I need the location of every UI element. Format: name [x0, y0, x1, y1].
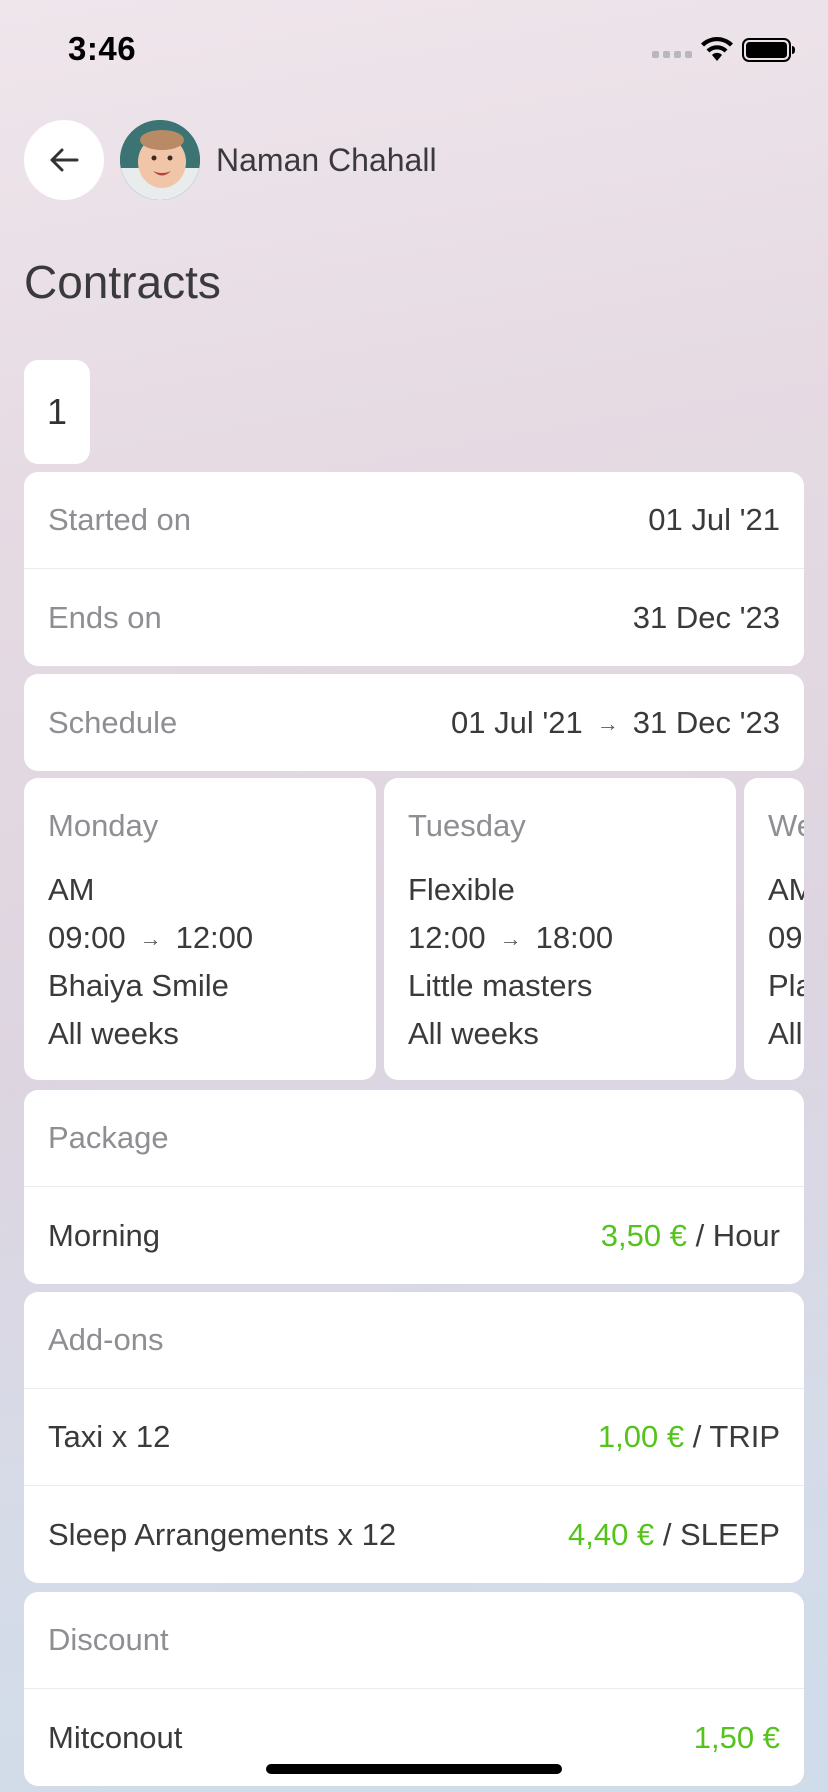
ends-on-label: Ends on [48, 599, 162, 635]
page-title: Contracts [24, 256, 221, 308]
started-on-row: Started on 01 Jul '21 [24, 472, 804, 569]
day-name: Monday [48, 808, 159, 843]
addon-price: 1,00 € [597, 1419, 685, 1454]
schedule-label: Schedule [48, 704, 178, 740]
package-card: Package Morning 3,50 € / Hour [24, 1090, 804, 1284]
day-slot: AM [48, 872, 95, 907]
discount-label: Discount [48, 1622, 169, 1657]
started-on-label: Started on [48, 502, 192, 537]
package-row: Morning 3,50 € / Hour [24, 1187, 804, 1284]
addon-unit: / TRIP [692, 1419, 780, 1454]
addons-header-row: Add-ons [24, 1292, 804, 1389]
ends-on-value: 31 Dec '23 [632, 599, 780, 635]
day-slot: Flexible [408, 872, 515, 907]
day-name: We [768, 808, 804, 843]
arrow-right-icon: → [596, 710, 619, 736]
addon-name: Sleep Arrangements x 12 [48, 1516, 397, 1552]
addon-unit: / SLEEP [662, 1516, 780, 1552]
addon-name: Taxi x 12 [48, 1419, 171, 1454]
addons-label: Add-ons [48, 1322, 164, 1357]
arrow-right-icon: → [499, 926, 522, 951]
day-time: 12:00 → 18:00 [408, 920, 614, 955]
contract-dates-card: Started on 01 Jul '21 Ends on 31 Dec '23 [24, 472, 804, 666]
package-header-row: Package [24, 1090, 804, 1187]
user-name: Naman Chahall [216, 142, 437, 178]
battery-icon [742, 38, 795, 62]
addon-price: 4,40 € [567, 1516, 655, 1552]
status-bar: 3:46 [0, 0, 828, 100]
day-place: Bhaiya Smile [48, 968, 229, 1003]
schedule-to: 31 Dec '23 [632, 704, 780, 740]
contract-tab-1[interactable]: 1 [24, 360, 90, 464]
addons-card: Add-ons Taxi x 12 1,00 € / TRIP Sleep Ar… [24, 1292, 804, 1583]
started-on-value: 01 Jul '21 [648, 502, 780, 537]
discount-card: Discount Mitconout 1,50 € [24, 1592, 804, 1786]
day-place: Pla [768, 968, 804, 1003]
day-card-tuesday[interactable]: Tuesday Flexible 12:00 → 18:00 Little mast… [384, 778, 736, 1080]
schedule-card: Schedule 01 Jul '21 → 31 Dec '23 [24, 674, 804, 771]
back-button[interactable] [24, 120, 104, 200]
schedule-row: Schedule 01 Jul '21 → 31 Dec '23 [24, 674, 804, 771]
day-time: 09 [768, 920, 803, 955]
day-weeks: All weeks [48, 1016, 179, 1051]
day-card-monday[interactable]: Monday AM 09:00 → 12:00 Bhaiya Smile All w… [24, 778, 376, 1080]
avatar [120, 120, 200, 200]
discount-header-row: Discount [24, 1592, 804, 1689]
discount-name: Mitconout [48, 1719, 183, 1755]
cellular-signal-icon [652, 51, 692, 58]
status-time: 3:46 [68, 30, 137, 67]
schedule-days-carousel[interactable]: Monday AM 09:00 → 12:00 Bhaiya Smile All w… [24, 778, 828, 1080]
arrow-left-icon [50, 148, 79, 172]
day-place: Little masters [408, 968, 593, 1003]
package-price-group: 3,50 € / Hour [601, 1218, 780, 1254]
day-weeks: All weeks [408, 1016, 539, 1051]
baby-photo-icon [120, 120, 200, 200]
home-indicator[interactable] [266, 1764, 562, 1774]
addon-price-group: 1,00 € / TRIP [598, 1419, 780, 1455]
discount-price: 1,50 € [693, 1719, 780, 1755]
package-price: 3,50 € [600, 1217, 687, 1253]
addon-row: Sleep Arrangements x 12 4,40 € / SLEEP [24, 1486, 804, 1583]
package-name: Morning [48, 1217, 160, 1253]
day-slot: AM [768, 872, 804, 907]
schedule-range: 01 Jul '21 → 31 Dec '23 [451, 705, 780, 741]
day-card-wednesday[interactable]: We AM 09 Pla All [744, 778, 804, 1080]
wifi-icon [701, 37, 733, 61]
addon-row: Taxi x 12 1,00 € / TRIP [24, 1389, 804, 1486]
addon-price-group: 4,40 € / SLEEP [568, 1517, 780, 1553]
schedule-from: 01 Jul '21 [451, 704, 583, 740]
day-weeks: All [768, 1016, 803, 1051]
package-unit: / Hour [695, 1217, 780, 1253]
ends-on-row: Ends on 31 Dec '23 [24, 569, 804, 666]
day-time: 09:00 → 12:00 [48, 920, 254, 955]
package-label: Package [48, 1120, 169, 1155]
arrow-right-icon: → [139, 926, 162, 951]
day-name: Tuesday [408, 808, 526, 843]
